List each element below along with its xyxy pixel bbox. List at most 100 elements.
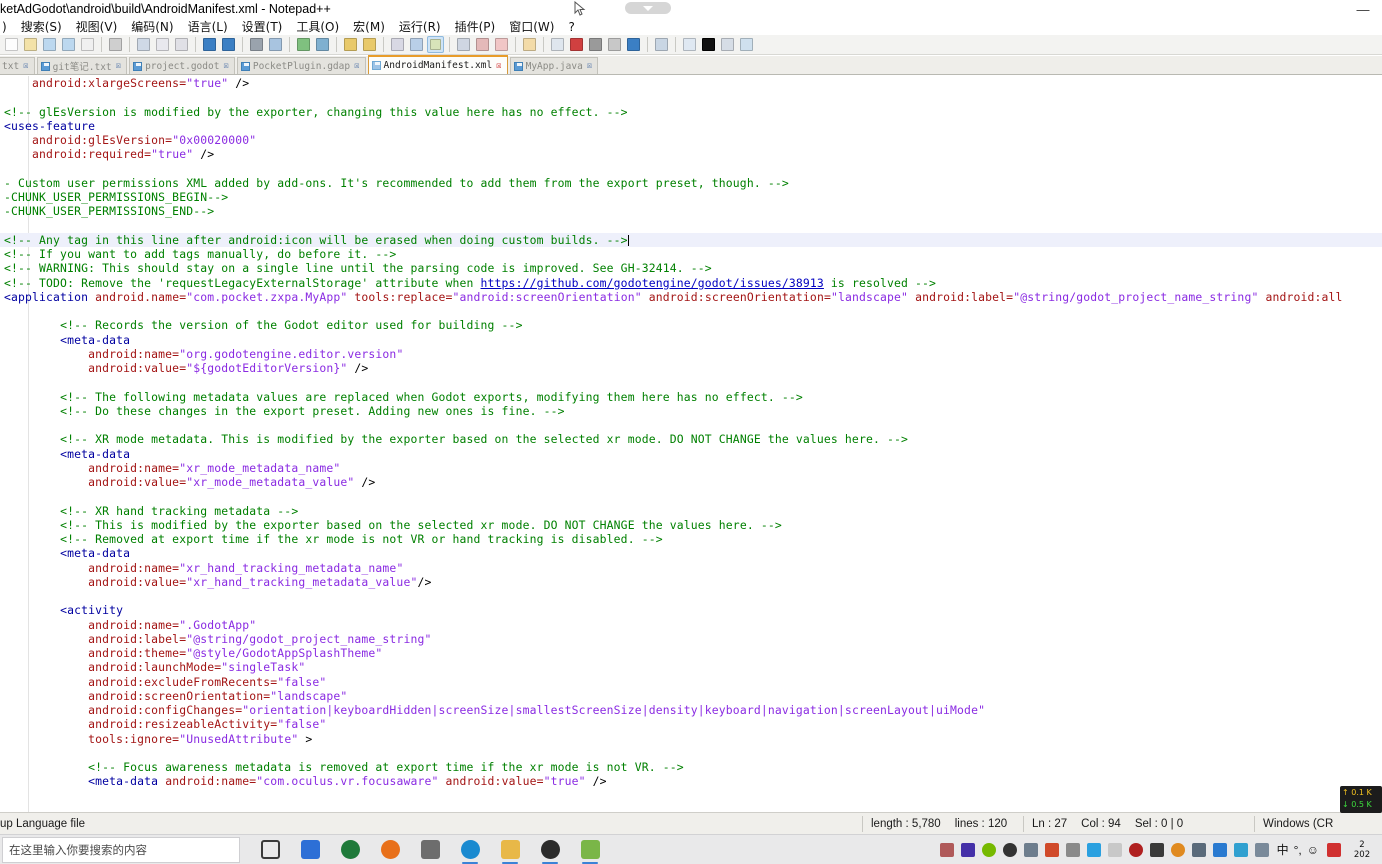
sync-vertical-icon[interactable]: [342, 36, 359, 53]
calculator-icon[interactable]: [410, 835, 450, 864]
document-map-icon[interactable]: [700, 36, 717, 53]
folder-as-workspace-icon[interactable]: [521, 36, 538, 53]
firefox-icon[interactable]: [370, 835, 410, 864]
telegram-icon[interactable]: [1084, 835, 1105, 864]
zoom-out-icon[interactable]: [314, 36, 331, 53]
code-editor[interactable]: android:xlargeScreens="true" /> <!-- glE…: [0, 76, 1382, 812]
save-all-icon[interactable]: [60, 36, 77, 53]
ui-focus-icon[interactable]: [455, 36, 472, 53]
minimize-button[interactable]: —: [1348, 0, 1378, 18]
stop-macro-icon[interactable]: [587, 36, 604, 53]
menu-item-2[interactable]: 视图(V): [69, 17, 125, 36]
bluetooth-icon[interactable]: [1252, 835, 1273, 864]
xmind-icon[interactable]: [330, 835, 370, 864]
ime-punctuation[interactable]: °,: [1294, 843, 1302, 857]
scroll-down-pill[interactable]: [625, 2, 671, 14]
taskbar-search-input[interactable]: 在这里输入你要搜索的内容: [2, 836, 240, 863]
tab-close-icon[interactable]: ☒: [116, 61, 121, 71]
taskbar-clock[interactable]: 2 202: [1344, 835, 1380, 864]
tab-active[interactable]: AndroidManifest.xml ☒: [367, 55, 508, 74]
sogou-icon[interactable]: [1323, 835, 1344, 864]
plugin-manager-icon[interactable]: [738, 36, 755, 53]
update-icon[interactable]: [1231, 835, 1252, 864]
menu-item-1[interactable]: 搜索(S): [14, 17, 69, 36]
indent-guide-icon[interactable]: [427, 36, 444, 53]
menu-item-5[interactable]: 设置(T): [235, 17, 290, 36]
tab-0[interactable]: txt ☒: [0, 57, 35, 74]
notepadplusplus-icon[interactable]: [570, 835, 610, 864]
code-line-44: android:configChanges="orientation|keybo…: [0, 703, 1382, 717]
menu-item-11[interactable]: ?: [561, 19, 581, 35]
task-view-icon[interactable]: [250, 835, 290, 864]
speaker-icon[interactable]: [1210, 835, 1231, 864]
typora-icon[interactable]: [958, 835, 979, 864]
show-all-icon[interactable]: [474, 36, 491, 53]
ime-indicator[interactable]: 中 °, ☺: [1273, 841, 1323, 858]
tab-2[interactable]: project.godot ☒: [129, 57, 235, 74]
run-macro-multiple-icon[interactable]: [625, 36, 642, 53]
code-token: />: [193, 147, 215, 162]
display-icon[interactable]: [937, 835, 958, 864]
disk-icon[interactable]: [1000, 835, 1021, 864]
show-all-chars-icon[interactable]: [408, 36, 425, 53]
sync-horizontal-icon[interactable]: [361, 36, 378, 53]
file-explorer-icon[interactable]: [490, 835, 530, 864]
obs-tray-icon[interactable]: [1126, 835, 1147, 864]
spell-check-icon[interactable]: [681, 36, 698, 53]
copy-icon[interactable]: [154, 36, 171, 53]
clipboard-icon-glyph: [1024, 842, 1039, 857]
firewall-icon[interactable]: [1168, 835, 1189, 864]
mic-icon[interactable]: [1147, 835, 1168, 864]
print-icon[interactable]: [107, 36, 124, 53]
menu-item-4[interactable]: 语言(L): [181, 17, 235, 36]
menu-item-3[interactable]: 编码(N): [124, 17, 180, 36]
find-icon[interactable]: [248, 36, 265, 53]
tab-close-icon[interactable]: ☒: [23, 61, 28, 71]
playback-macro-icon[interactable]: [606, 36, 623, 53]
menu-item-7[interactable]: 宏(M): [346, 17, 392, 36]
save-icon[interactable]: [41, 36, 58, 53]
overflow-icon-glyph: [1108, 842, 1123, 857]
tab-close-icon[interactable]: ☒: [223, 61, 228, 71]
wps-icon[interactable]: [290, 835, 330, 864]
volume-icon[interactable]: [1042, 835, 1063, 864]
record-macro-icon[interactable]: [568, 36, 585, 53]
ime-mode[interactable]: 中: [1277, 841, 1289, 858]
redo-icon[interactable]: [220, 36, 237, 53]
tab-close-icon[interactable]: ☒: [587, 61, 592, 71]
tab-close-icon[interactable]: ☒: [496, 61, 501, 71]
replace-icon[interactable]: [267, 36, 284, 53]
network-icon[interactable]: [1189, 835, 1210, 864]
monitoring-icon[interactable]: [549, 36, 566, 53]
user-define-dialog-icon[interactable]: [493, 36, 510, 53]
menu-bar: ) 搜索(S) 视图(V) 编码(N) 语言(L) 设置(T) 工具(O) 宏(M) 运行(R)…: [0, 18, 1382, 35]
tab-1[interactable]: git笔记.txt ☒: [36, 57, 128, 74]
menu-item-0[interactable]: ): [0, 19, 14, 35]
tab-5[interactable]: MyApp.java ☒: [509, 57, 599, 74]
cut-icon[interactable]: [135, 36, 152, 53]
code-token[interactable]: https://github.com/godotengine/godot/iss…: [481, 276, 824, 290]
tab-3[interactable]: PocketPlugin.gdap ☒: [236, 57, 366, 74]
close-file-icon[interactable]: [79, 36, 96, 53]
ime-smiley-icon[interactable]: ☺: [1307, 843, 1319, 857]
clipboard-icon[interactable]: [1021, 835, 1042, 864]
word-wrap-icon[interactable]: [389, 36, 406, 53]
mouse-icon[interactable]: [1063, 835, 1084, 864]
menu-item-6[interactable]: 工具(O): [289, 17, 346, 36]
menu-item-9[interactable]: 插件(P): [448, 17, 503, 36]
tab-close-icon[interactable]: ☒: [354, 61, 359, 71]
edge-icon[interactable]: [450, 835, 490, 864]
nvidia-icon[interactable]: [979, 835, 1000, 864]
new-file-icon[interactable]: [3, 36, 20, 53]
menu-item-8[interactable]: 运行(R): [392, 17, 448, 36]
network-speed-widget[interactable]: ↑ 0.1 K ↓ 0.5 K: [1340, 786, 1382, 813]
obs-icon[interactable]: [530, 835, 570, 864]
open-file-icon[interactable]: [22, 36, 39, 53]
save-macro-icon[interactable]: [653, 36, 670, 53]
paste-icon[interactable]: [173, 36, 190, 53]
menu-item-10[interactable]: 窗口(W): [502, 17, 561, 36]
overflow-icon[interactable]: [1105, 835, 1126, 864]
function-list-icon[interactable]: [719, 36, 736, 53]
zoom-in-icon[interactable]: [295, 36, 312, 53]
undo-icon[interactable]: [201, 36, 218, 53]
